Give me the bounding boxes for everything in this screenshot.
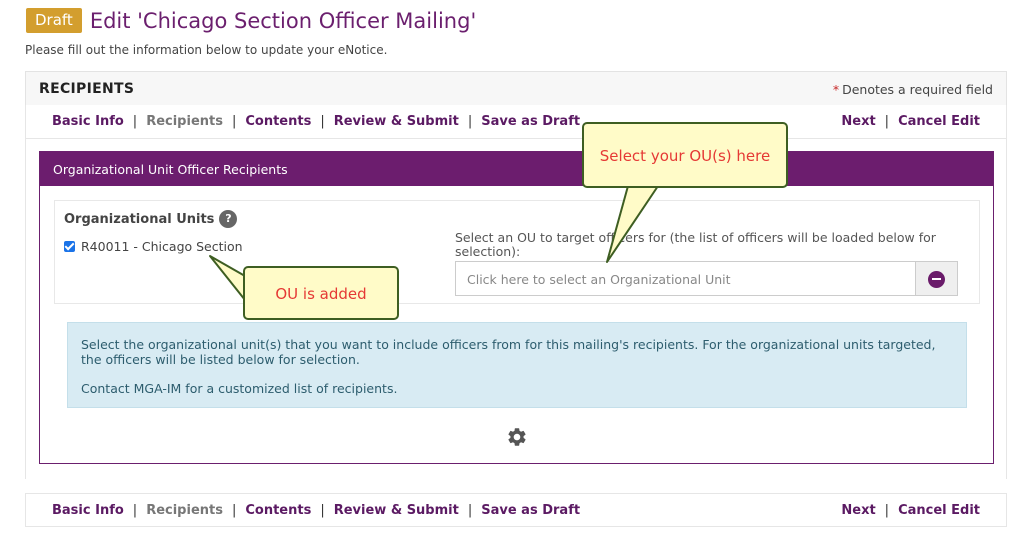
callout-pointers — [209, 185, 659, 301]
callout-pointer-select — [606, 185, 659, 263]
callout-pointer-added — [209, 255, 246, 301]
callout-ou-added: OU is added — [243, 266, 399, 320]
callout-select-ou: Select your OU(s) here — [582, 122, 788, 188]
